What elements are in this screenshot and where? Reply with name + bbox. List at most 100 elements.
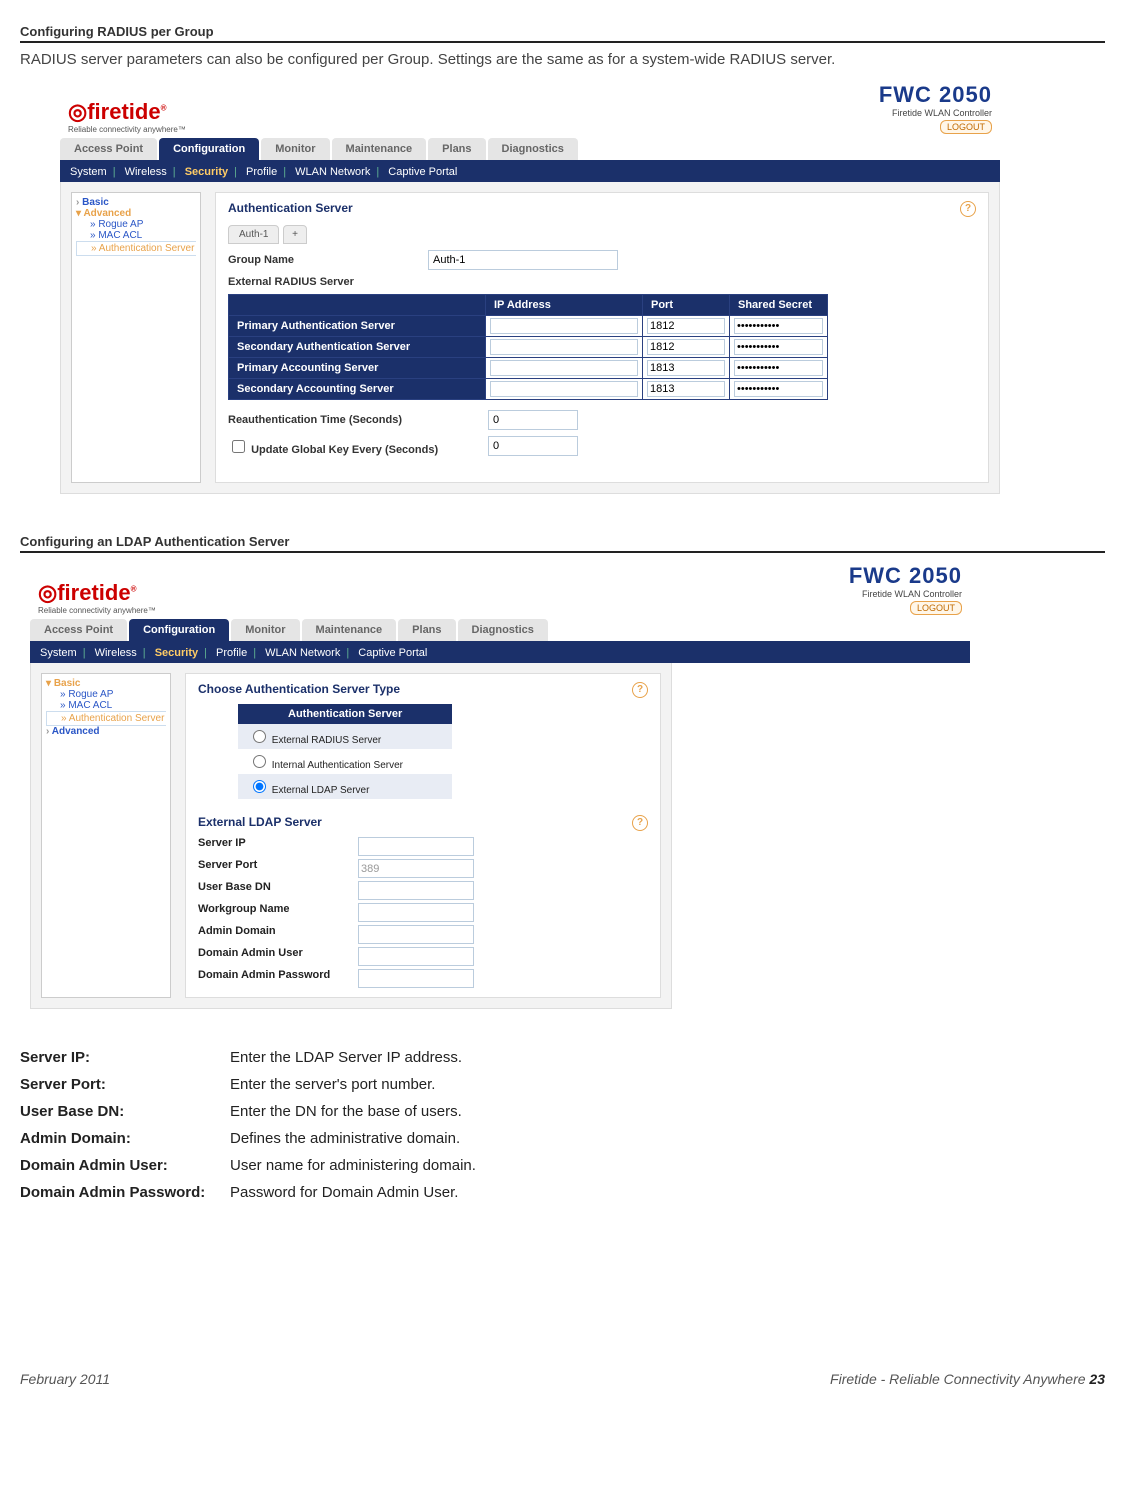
logout-button[interactable]: LOGOUT bbox=[910, 601, 962, 615]
tab-access-point[interactable]: Access Point bbox=[30, 619, 127, 641]
subnav-security[interactable]: Security bbox=[155, 647, 198, 659]
port-input[interactable] bbox=[647, 360, 725, 376]
subnav-profile[interactable]: Profile bbox=[246, 166, 277, 178]
reauth-label: Reauthentication Time (Seconds) bbox=[228, 414, 488, 426]
screenshot-radius: ◎firetide® Reliable connectivity anywher… bbox=[60, 78, 1000, 494]
section-desc: RADIUS server parameters can also be con… bbox=[20, 51, 1105, 68]
footer-text: Firetide - Reliable Connectivity Anywher… bbox=[830, 1371, 1085, 1387]
def-val: Password for Domain Admin User. bbox=[230, 1184, 458, 1201]
port-input[interactable] bbox=[647, 318, 725, 334]
section-title: Configuring an LDAP Authentication Serve… bbox=[20, 534, 1105, 553]
ip-input[interactable] bbox=[490, 360, 638, 376]
ip-input[interactable] bbox=[490, 318, 638, 334]
side-mac-acl[interactable]: » MAC ACL bbox=[46, 700, 166, 711]
opt-ldap[interactable] bbox=[253, 780, 266, 793]
def-key: Admin Domain: bbox=[20, 1130, 230, 1147]
side-basic[interactable]: Basic bbox=[76, 197, 109, 208]
def-val: Enter the server's port number. bbox=[230, 1076, 435, 1093]
sub-nav: System| Wireless| Security| Profile| WLA… bbox=[60, 162, 1000, 182]
workgroup-input[interactable] bbox=[358, 903, 474, 922]
secret-input[interactable] bbox=[734, 318, 823, 334]
choose-title: Choose Authentication Server Type bbox=[198, 682, 400, 698]
side-rogue-ap[interactable]: » Rogue AP bbox=[76, 219, 196, 230]
secret-input[interactable] bbox=[734, 360, 823, 376]
tab-plans[interactable]: Plans bbox=[398, 619, 455, 641]
help-icon[interactable]: ? bbox=[632, 682, 648, 698]
tab-diagnostics[interactable]: Diagnostics bbox=[488, 138, 578, 160]
product-sub: Firetide WLAN Controller bbox=[849, 589, 962, 599]
ldap-title: External LDAP Server bbox=[198, 815, 322, 831]
side-basic[interactable]: ▾ Basic bbox=[46, 678, 81, 689]
opt-radius[interactable] bbox=[253, 730, 266, 743]
subnav-system[interactable]: System bbox=[70, 166, 107, 178]
ip-input[interactable] bbox=[490, 381, 638, 397]
subnav-captive[interactable]: Captive Portal bbox=[388, 166, 457, 178]
def-key: Server Port: bbox=[20, 1076, 230, 1093]
tab-diagnostics[interactable]: Diagnostics bbox=[458, 619, 548, 641]
col-secret: Shared Secret bbox=[730, 295, 828, 316]
side-nav: Basic ▾ Advanced » Rogue AP » MAC ACL » … bbox=[71, 192, 201, 483]
domain-admin-pass-input[interactable] bbox=[358, 969, 474, 988]
table-row: Primary Authentication Server bbox=[229, 316, 828, 337]
tab-configuration[interactable]: Configuration bbox=[129, 619, 229, 641]
ldap-label: User Base DN bbox=[198, 881, 358, 900]
port-input[interactable] bbox=[647, 339, 725, 355]
ldap-label: Domain Admin User bbox=[198, 947, 358, 966]
subnav-security[interactable]: Security bbox=[185, 166, 228, 178]
update-key-checkbox[interactable] bbox=[232, 440, 245, 453]
tab-configuration[interactable]: Configuration bbox=[159, 138, 259, 160]
reauth-input[interactable] bbox=[488, 410, 578, 430]
side-auth-server[interactable]: » Authentication Server bbox=[76, 241, 196, 256]
col-ip: IP Address bbox=[486, 295, 643, 316]
help-icon[interactable]: ? bbox=[632, 815, 648, 831]
tab-monitor[interactable]: Monitor bbox=[231, 619, 299, 641]
table-row: Secondary Accounting Server bbox=[229, 379, 828, 400]
auth-tab[interactable]: Auth-1 bbox=[228, 225, 279, 244]
port-input[interactable] bbox=[647, 381, 725, 397]
side-auth-server[interactable]: » Authentication Server bbox=[46, 711, 166, 726]
secret-input[interactable] bbox=[734, 381, 823, 397]
main-tabs: Access Point Configuration Monitor Maint… bbox=[60, 138, 1000, 162]
side-rogue-ap[interactable]: » Rogue AP bbox=[46, 689, 166, 700]
ldap-label: Admin Domain bbox=[198, 925, 358, 944]
page-number: 23 bbox=[1089, 1371, 1105, 1387]
product-name: FWC 2050 bbox=[849, 563, 962, 589]
subnav-wireless[interactable]: Wireless bbox=[95, 647, 137, 659]
domain-admin-user-input[interactable] bbox=[358, 947, 474, 966]
subnav-wireless[interactable]: Wireless bbox=[125, 166, 167, 178]
page-footer: February 2011 Firetide - Reliable Connec… bbox=[20, 1371, 1105, 1387]
update-key-input[interactable] bbox=[488, 436, 578, 456]
side-advanced[interactable]: Advanced bbox=[46, 726, 100, 737]
subnav-profile[interactable]: Profile bbox=[216, 647, 247, 659]
tab-maintenance[interactable]: Maintenance bbox=[332, 138, 427, 160]
main-tabs: Access Point Configuration Monitor Maint… bbox=[30, 619, 970, 643]
admin-domain-input[interactable] bbox=[358, 925, 474, 944]
auth-panel: Authentication Server? Auth-1 + Group Na… bbox=[215, 192, 989, 483]
add-tab-button[interactable]: + bbox=[283, 225, 307, 244]
footer-date: February 2011 bbox=[20, 1371, 110, 1387]
tab-maintenance[interactable]: Maintenance bbox=[302, 619, 397, 641]
subnav-captive[interactable]: Captive Portal bbox=[358, 647, 427, 659]
subnav-wlan[interactable]: WLAN Network bbox=[265, 647, 340, 659]
group-name-input[interactable] bbox=[428, 250, 618, 270]
def-key: Domain Admin User: bbox=[20, 1157, 230, 1174]
help-icon[interactable]: ? bbox=[960, 201, 976, 217]
update-key-label: Update Global Key Every (Seconds) bbox=[251, 444, 438, 456]
ip-input[interactable] bbox=[490, 339, 638, 355]
server-port-input[interactable] bbox=[358, 859, 474, 878]
subnav-wlan[interactable]: WLAN Network bbox=[295, 166, 370, 178]
tab-plans[interactable]: Plans bbox=[428, 138, 485, 160]
logout-button[interactable]: LOGOUT bbox=[940, 120, 992, 134]
side-mac-acl[interactable]: » MAC ACL bbox=[76, 230, 196, 241]
tab-access-point[interactable]: Access Point bbox=[60, 138, 157, 160]
opt-internal[interactable] bbox=[253, 755, 266, 768]
user-base-dn-input[interactable] bbox=[358, 881, 474, 900]
tab-monitor[interactable]: Monitor bbox=[261, 138, 329, 160]
side-advanced[interactable]: ▾ Advanced bbox=[76, 208, 131, 219]
ldap-label: Domain Admin Password bbox=[198, 969, 358, 988]
secret-input[interactable] bbox=[734, 339, 823, 355]
subnav-system[interactable]: System bbox=[40, 647, 77, 659]
side-nav: ▾ Basic » Rogue AP » MAC ACL » Authentic… bbox=[41, 673, 171, 998]
def-val: Enter the LDAP Server IP address. bbox=[230, 1049, 462, 1066]
server-ip-input[interactable] bbox=[358, 837, 474, 856]
